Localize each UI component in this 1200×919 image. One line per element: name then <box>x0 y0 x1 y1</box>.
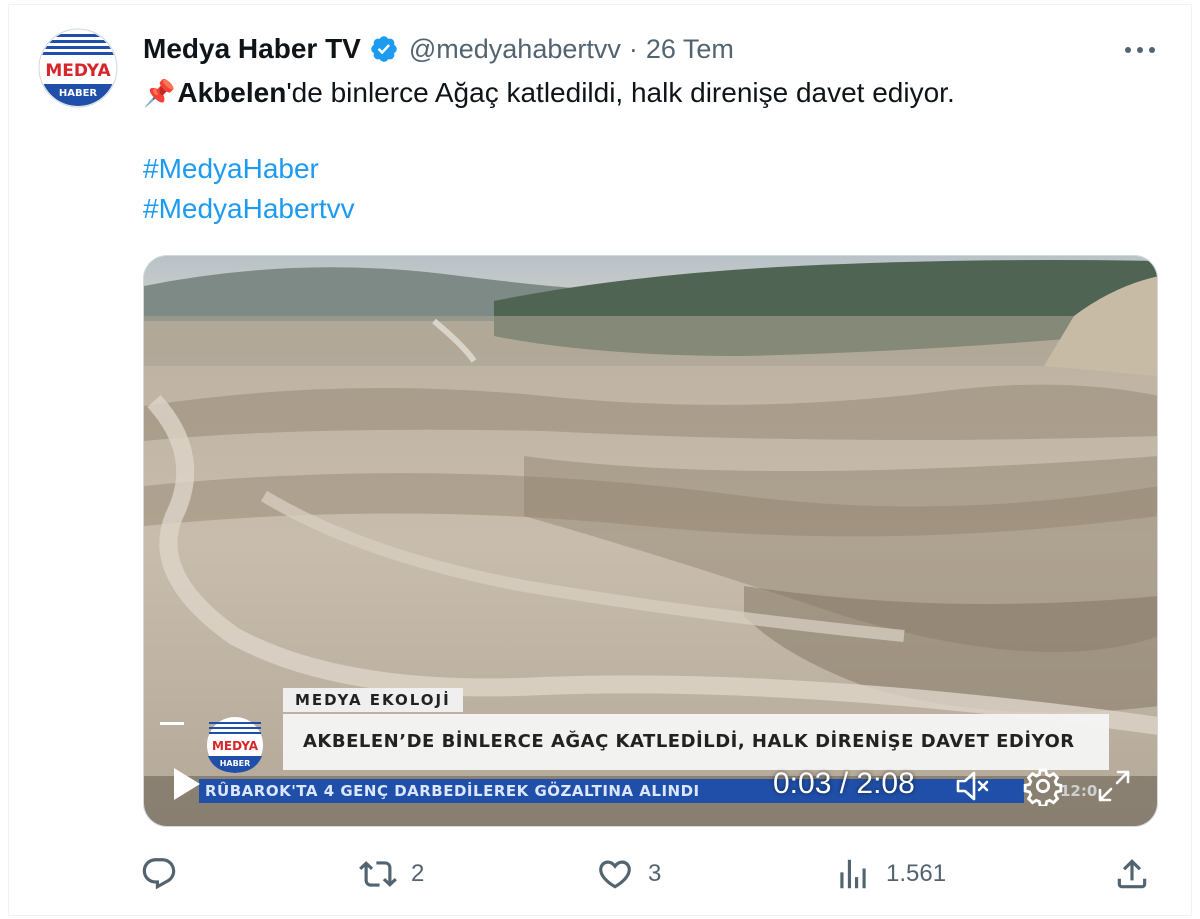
share-icon <box>1117 859 1147 889</box>
share-button[interactable] <box>1113 852 1151 896</box>
tweet-date[interactable]: 26 Tem <box>646 34 734 65</box>
gear-icon <box>1023 768 1063 806</box>
tweet-text-bold: Akbelen <box>177 77 287 108</box>
retweet-icon <box>359 861 397 887</box>
mute-button[interactable] <box>950 764 994 808</box>
display-name[interactable]: Medya Haber TV <box>143 33 361 65</box>
avatar-logo: MEDYA HABER <box>38 28 118 108</box>
video-headline: AKBELEN’DE BİNLERCE AĞAÇ KATLEDİLDİ, HAL… <box>283 714 1109 770</box>
tweet-header: Medya Haber TV @medyahabertvv · 26 Tem <box>143 30 734 68</box>
hashtag-link[interactable]: #MedyaHaber <box>143 153 319 185</box>
video-progress-bar[interactable] <box>160 722 184 725</box>
verified-badge-icon <box>371 36 397 62</box>
play-button[interactable] <box>166 764 206 804</box>
fullscreen-button[interactable] <box>1092 764 1136 808</box>
views-icon <box>840 859 866 889</box>
retweet-count: 2 <box>411 860 425 887</box>
fullscreen-icon <box>1098 770 1130 802</box>
hashtag-link[interactable]: #MedyaHabertvv <box>143 193 355 225</box>
separator-dot: · <box>628 33 638 64</box>
play-icon <box>174 768 200 800</box>
reply-icon <box>142 858 176 890</box>
station-logo-text-1: MEDYA <box>212 739 259 753</box>
video-headline-text: AKBELEN’DE BİNLERCE AĞAÇ KATLEDİLDİ, HAL… <box>303 731 1075 752</box>
more-icon <box>1125 47 1155 53</box>
video-category-label: MEDYA EKOLOJİ <box>283 688 463 712</box>
station-logo: MEDYA HABER <box>207 717 263 773</box>
tweet-text: 📌Akbelen'de binlerce Ağaç katledildi, ha… <box>143 74 1143 112</box>
user-handle[interactable]: @medyahabertvv <box>409 34 621 65</box>
avatar[interactable]: MEDYA HABER <box>38 28 118 108</box>
views-button[interactable]: 1.561 <box>834 852 946 896</box>
tweet-text-body: 'de binlerce Ağaç katledildi, halk diren… <box>286 77 955 108</box>
station-logo-text-2: HABER <box>220 759 251 768</box>
more-button[interactable] <box>1118 34 1162 66</box>
video-player[interactable]: MEDYA EKOLOJİ AKBELEN’DE BİNLERCE AĞAÇ K… <box>143 255 1158 827</box>
volume-muted-icon <box>956 771 989 801</box>
retweet-button[interactable]: 2 <box>359 852 424 896</box>
like-count: 3 <box>648 860 662 887</box>
pin-icon: 📌 <box>143 78 176 108</box>
settings-button[interactable] <box>1021 764 1065 808</box>
video-time: 0:03 / 2:08 <box>773 767 915 800</box>
like-icon <box>599 860 631 889</box>
avatar-text-2: HABER <box>59 88 98 99</box>
avatar-text-1: MEDYA <box>45 61 111 81</box>
view-count: 1.561 <box>886 860 947 887</box>
like-button[interactable]: 3 <box>596 852 661 896</box>
reply-button[interactable] <box>140 852 192 896</box>
